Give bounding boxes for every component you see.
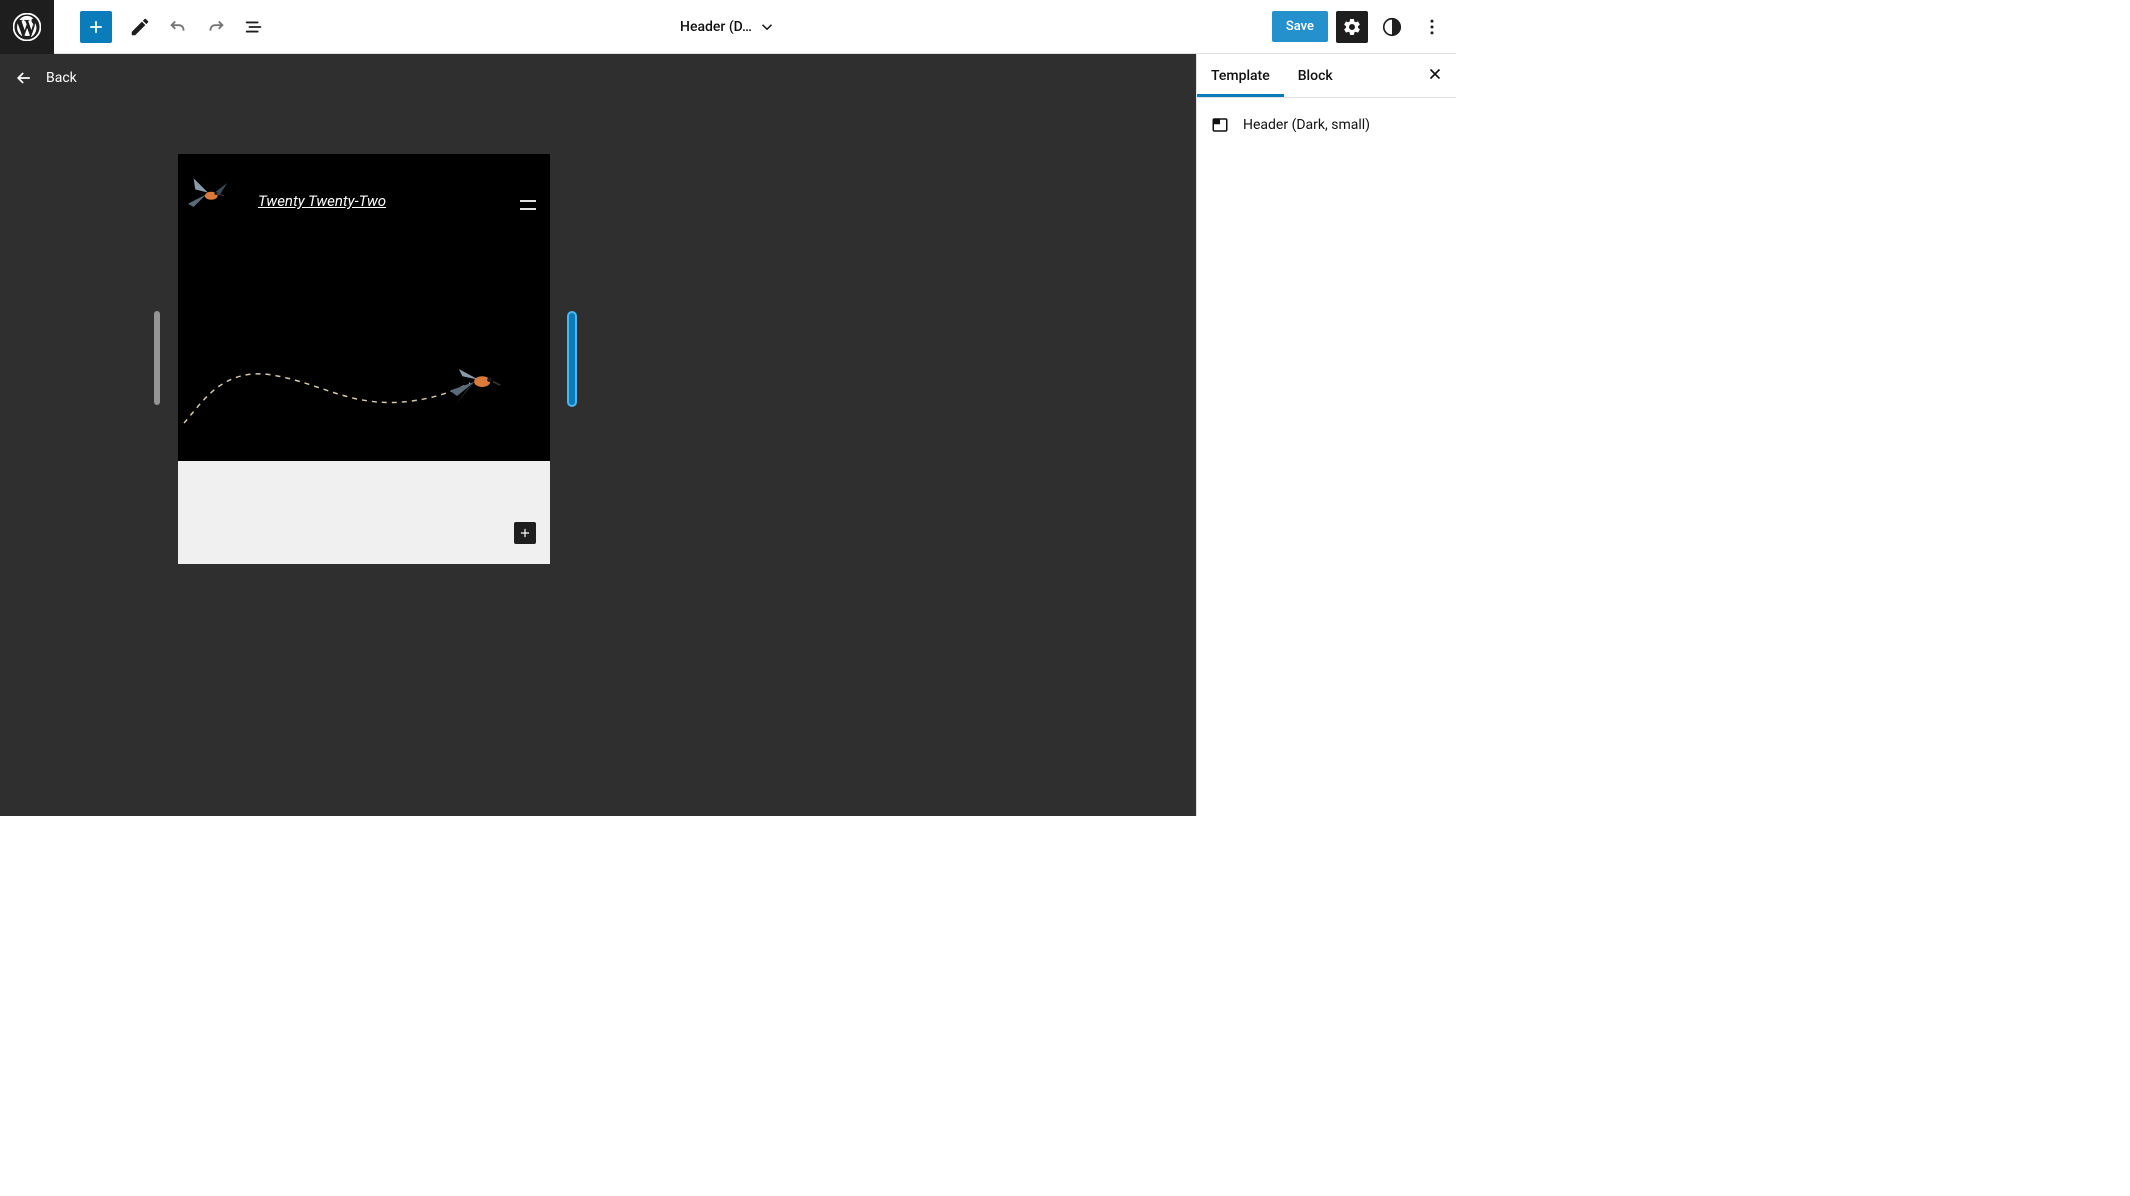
close-sidebar-button[interactable] <box>1414 55 1456 97</box>
arrow-left-icon <box>14 68 34 88</box>
sidebar-body: Header (Dark, small) <box>1197 98 1456 152</box>
editor-canvas: Back Twenty Twenty-Two <box>0 54 1196 816</box>
redo-icon <box>205 16 227 38</box>
sidebar-tabs: Template Block <box>1197 54 1456 98</box>
resize-handle-left[interactable] <box>154 311 160 405</box>
toolbar-right: Save <box>1272 11 1456 43</box>
wordpress-logo-button[interactable] <box>0 0 54 54</box>
settings-button[interactable] <box>1336 11 1368 43</box>
back-button[interactable]: Back <box>14 68 77 88</box>
gear-icon <box>1342 17 1362 37</box>
menu-icon <box>520 199 536 211</box>
add-block-toolbar-button[interactable] <box>80 11 112 43</box>
header-template-icon <box>1211 116 1229 134</box>
undo-button[interactable] <box>162 11 194 43</box>
plus-icon <box>86 17 106 37</box>
dots-vertical-icon <box>1422 17 1442 37</box>
chevron-down-icon <box>758 18 776 36</box>
redo-button[interactable] <box>200 11 232 43</box>
tab-template[interactable]: Template <box>1197 56 1284 96</box>
list-view-icon <box>243 16 265 38</box>
main-area: Back Twenty Twenty-Two <box>0 54 1456 816</box>
site-title[interactable]: Twenty Twenty-Two <box>258 192 386 210</box>
save-button[interactable]: Save <box>1272 11 1328 42</box>
settings-sidebar: Template Block Header (Dark, small) <box>1196 54 1456 816</box>
document-title: Header (D… <box>680 19 752 35</box>
add-block-inline-button[interactable] <box>514 522 536 544</box>
close-icon <box>1426 65 1444 83</box>
more-options-button[interactable] <box>1416 11 1448 43</box>
top-toolbar: Header (D… Save <box>0 0 1456 54</box>
template-name: Header (Dark, small) <box>1243 117 1370 133</box>
bird-decoration-1 <box>184 174 232 216</box>
wordpress-icon <box>13 13 41 41</box>
pencil-icon <box>129 16 151 38</box>
template-info[interactable]: Header (Dark, small) <box>1211 116 1442 134</box>
plus-icon <box>518 526 532 540</box>
tools-button[interactable] <box>124 11 156 43</box>
navigation-menu-button[interactable] <box>520 196 536 215</box>
toolbar-left <box>0 0 270 54</box>
resize-handle-right[interactable] <box>567 311 577 407</box>
undo-icon <box>167 16 189 38</box>
styles-button[interactable] <box>1376 11 1408 43</box>
header-block[interactable]: Twenty Twenty-Two <box>178 154 550 461</box>
tab-block[interactable]: Block <box>1284 56 1347 96</box>
list-view-button[interactable] <box>238 11 270 43</box>
flight-path-decoration <box>182 365 472 425</box>
document-selector[interactable]: Header (D… <box>680 18 776 36</box>
back-label: Back <box>46 70 77 86</box>
styles-icon <box>1381 16 1403 38</box>
template-preview[interactable]: Twenty Twenty-Two <box>178 154 550 564</box>
bird-decoration-2 <box>448 367 502 407</box>
